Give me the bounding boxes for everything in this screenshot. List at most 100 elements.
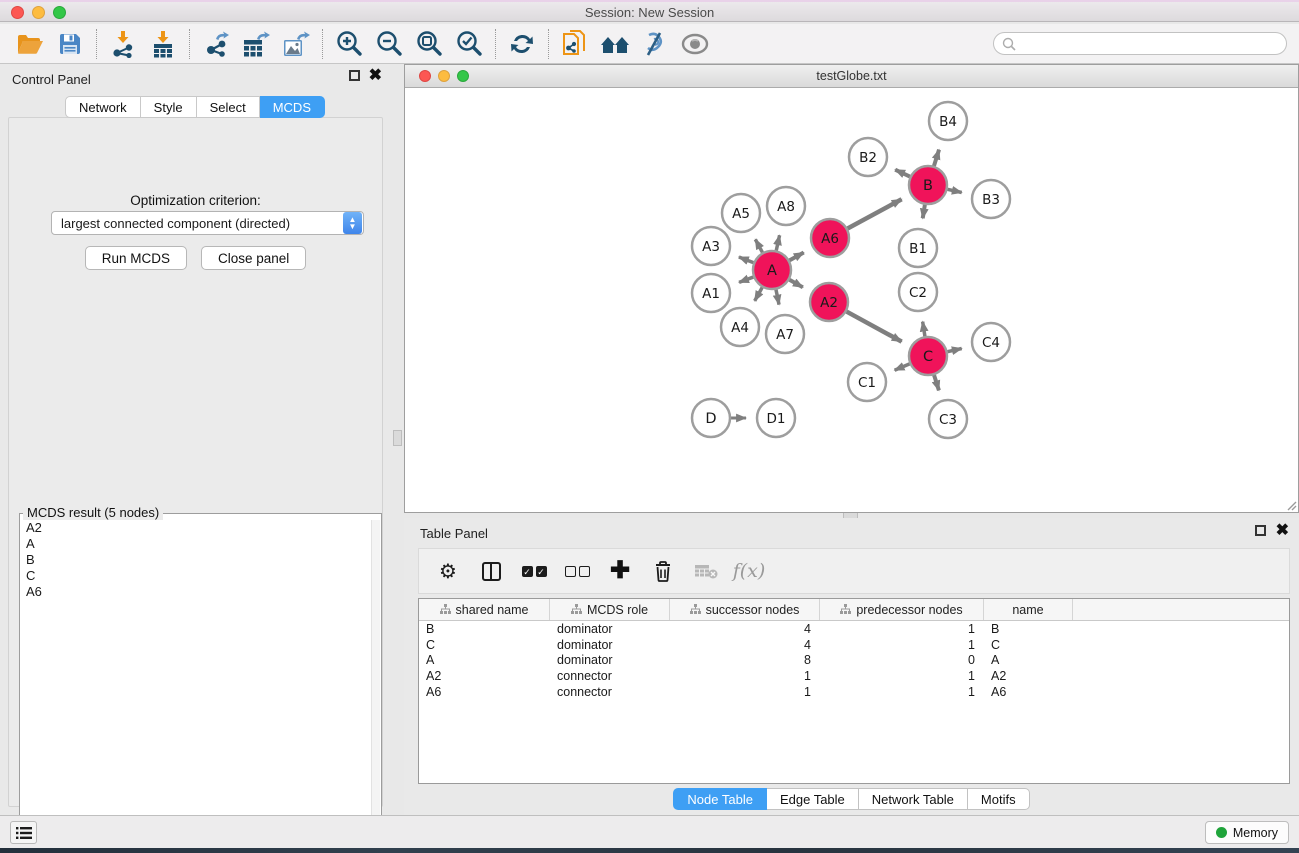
table-cell[interactable]: connector [550,685,670,699]
table-cell[interactable]: 1 [670,669,820,683]
mcds-result-list[interactable]: A2 A B C A6 [21,520,371,850]
graph-edge-A-A5[interactable] [755,239,762,252]
close-panel-icon[interactable]: ✖ [369,70,382,81]
refresh-icon[interactable] [502,26,542,62]
import-table-icon[interactable] [143,26,183,62]
graph-edge-A-A8[interactable] [776,235,779,250]
vertical-split-grip[interactable] [393,430,402,446]
graph-edge-B-B2[interactable] [895,170,910,177]
tab-network-table[interactable]: Network Table [859,788,968,810]
table-cell[interactable]: B [419,622,550,636]
table-row[interactable]: Adominator80A [419,653,1289,669]
mcds-result-item[interactable]: B [26,552,371,568]
table-cell[interactable]: A [984,653,1073,667]
graph-edge-A-A6[interactable] [790,252,804,260]
run-mcds-button[interactable]: Run MCDS [85,246,187,270]
export-image-icon[interactable] [276,26,316,62]
zoom-selected-icon[interactable] [449,26,489,62]
mcds-result-item[interactable]: A [26,536,371,552]
table-cell[interactable]: C [984,638,1073,652]
table-cell[interactable]: 0 [820,653,984,667]
graph-edge-A2-C[interactable] [847,312,902,342]
table-cell[interactable]: dominator [550,622,670,636]
close-panel-button[interactable]: Close panel [201,246,306,270]
new-network-from-selection-icon[interactable] [555,26,595,62]
zoom-out-icon[interactable] [369,26,409,62]
table-cell[interactable]: A [419,653,550,667]
show-column-icon[interactable] [476,555,506,587]
import-network-icon[interactable] [103,26,143,62]
save-session-icon[interactable] [50,26,90,62]
search-input[interactable] [993,32,1287,55]
close-table-panel-icon[interactable]: ✖ [1276,525,1289,536]
tab-select[interactable]: Select [197,96,260,118]
table-cell[interactable]: 8 [670,653,820,667]
column-header-successor-nodes[interactable]: successor nodes [670,599,820,620]
table-cell[interactable]: B [984,622,1073,636]
table-cell[interactable]: 4 [670,622,820,636]
network-canvas[interactable]: B4B2BB3A8A5A6A3B1AC2A1A2A4A7C4CC1C3DD1 [405,89,1298,512]
export-network-icon[interactable] [196,26,236,62]
table-cell[interactable]: 4 [670,638,820,652]
table-cell[interactable]: A6 [984,685,1073,699]
table-cell[interactable]: A6 [419,685,550,699]
table-cell[interactable]: 1 [820,669,984,683]
float-table-panel-icon[interactable] [1255,525,1266,536]
table-cell[interactable]: 1 [820,638,984,652]
table-cell[interactable]: dominator [550,638,670,652]
tab-edge-table[interactable]: Edge Table [767,788,859,810]
result-scrollbar[interactable] [371,520,380,850]
graph-edge-A6-B[interactable] [848,199,902,228]
delete-column-trash-icon[interactable] [648,555,678,587]
tab-node-table[interactable]: Node Table [673,788,767,810]
network-graph[interactable]: B4B2BB3A8A5A6A3B1AC2A1A2A4A7C4CC1C3DD1 [405,89,1298,513]
graph-edge-A-A4[interactable] [755,287,763,300]
graph-edge-B-B1[interactable] [923,205,925,219]
mcds-result-item[interactable]: A6 [26,584,371,600]
tab-mcds[interactable]: MCDS [260,96,325,118]
graph-edge-A-A1[interactable] [739,277,753,282]
task-history-button[interactable] [10,821,37,844]
graph-edge-A-A2[interactable] [789,280,802,288]
tab-network[interactable]: Network [65,96,141,118]
graph-edge-B-B4[interactable] [934,150,939,166]
float-panel-icon[interactable] [349,70,360,81]
column-header-shared-name[interactable]: shared name [419,599,550,620]
table-cell[interactable]: 1 [820,685,984,699]
table-cell[interactable]: connector [550,669,670,683]
optimization-criterion-dropdown[interactable]: largest connected component (directed) ▲… [51,211,364,235]
table-cell[interactable]: dominator [550,653,670,667]
tab-motifs[interactable]: Motifs [968,788,1030,810]
table-cell[interactable]: C [419,638,550,652]
table-row[interactable]: A6connector11A6 [419,684,1289,700]
mcds-result-item[interactable]: C [26,568,371,584]
network-window-titlebar[interactable]: testGlobe.txt [405,65,1298,88]
table-cell[interactable]: A2 [419,669,550,683]
zoom-fit-icon[interactable] [409,26,449,62]
memory-button[interactable]: Memory [1205,821,1289,844]
deselect-all-icon[interactable] [562,555,592,587]
zoom-in-icon[interactable] [329,26,369,62]
export-table-icon[interactable] [236,26,276,62]
table-row[interactable]: Bdominator41B [419,621,1289,637]
table-cell[interactable]: 1 [670,685,820,699]
table-cell[interactable]: A2 [984,669,1073,683]
graph-edge-C-C2[interactable] [923,322,925,337]
create-column-icon[interactable]: ✚ [605,555,635,587]
column-header-predecessor-nodes[interactable]: predecessor nodes [820,599,984,620]
graph-edge-B-B3[interactable] [948,189,962,192]
table-options-gear-icon[interactable]: ⚙ [433,555,463,587]
column-header-name[interactable]: name [984,599,1073,620]
graph-edge-A-A7[interactable] [776,290,779,305]
mcds-result-item[interactable]: A2 [26,520,371,536]
graph-edge-C-C3[interactable] [934,375,939,390]
select-all-icon[interactable]: ✓✓ [519,555,549,587]
table-cell[interactable]: 1 [820,622,984,636]
graph-edge-C-C1[interactable] [895,364,910,370]
resize-grip-icon[interactable] [1284,498,1297,511]
tab-style[interactable]: Style [141,96,197,118]
column-header-mcds-role[interactable]: MCDS role [550,599,670,620]
graph-edge-C-C4[interactable] [948,349,962,352]
hide-labels-icon[interactable] [635,26,675,62]
first-neighbors-icon[interactable] [595,26,635,62]
